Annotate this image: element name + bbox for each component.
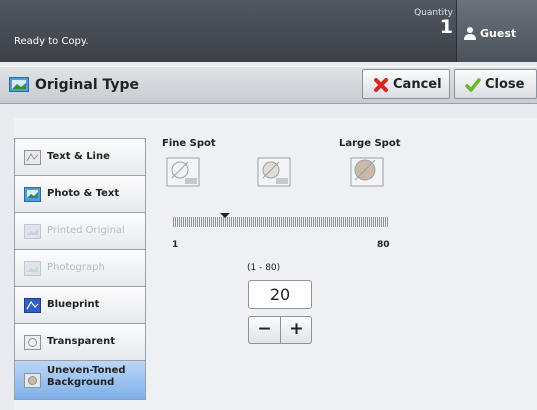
user-icon [464, 27, 476, 40]
blueprint-icon [24, 298, 41, 313]
text-line-icon [24, 150, 41, 165]
transparent-icon [24, 335, 41, 350]
slider-min-label: 1 [172, 240, 179, 250]
status-text: Ready to Copy. [14, 36, 89, 47]
option-blueprint[interactable]: Blueprint [14, 286, 146, 323]
fine-spot-icon [166, 157, 200, 187]
slider-track [173, 217, 389, 227]
decrement-button[interactable]: − [249, 317, 281, 343]
option-label: Text & Line [47, 151, 110, 162]
checkmark-icon [465, 78, 481, 92]
large-spot-icon [350, 157, 384, 187]
medium-spot-icon [257, 157, 291, 187]
option-uneven-toned-background[interactable]: Uneven-Toned Background [14, 360, 146, 400]
page-title: Original Type [35, 77, 140, 93]
fine-spot-label: Fine Spot [162, 138, 216, 149]
uneven-toned-icon [24, 373, 41, 388]
option-label: Photograph [47, 262, 105, 273]
large-spot-label: Large Spot [339, 138, 401, 149]
cancel-button[interactable]: Cancel [362, 69, 450, 99]
option-label-line2: Background [47, 377, 115, 388]
option-label: Photo & Text [47, 188, 120, 199]
option-label: Transparent [47, 336, 115, 347]
printed-original-icon [24, 224, 41, 239]
quantity-value: 1 [439, 16, 453, 38]
option-photograph[interactable]: Photograph [14, 249, 146, 286]
close-button[interactable]: Close [454, 69, 537, 99]
value-stepper: − + [248, 316, 312, 344]
option-printed-original[interactable]: Printed Original [14, 212, 146, 249]
cancel-x-icon [374, 78, 388, 92]
close-label: Close [485, 77, 525, 92]
option-label: Blueprint [47, 299, 100, 310]
photo-text-icon [24, 187, 41, 202]
increment-button[interactable]: + [281, 317, 312, 343]
range-label: (1 - 80) [247, 263, 281, 273]
option-label-line1: Uneven-Toned [47, 365, 126, 376]
spot-value-field[interactable]: 20 [248, 280, 312, 309]
photograph-icon [24, 261, 41, 276]
user-button[interactable]: Guest [456, 0, 537, 62]
option-text-and-line[interactable]: Text & Line [14, 138, 146, 175]
cancel-label: Cancel [393, 77, 442, 92]
option-transparent[interactable]: Transparent [14, 323, 146, 360]
option-label: Printed Original [47, 225, 125, 236]
slider-max-label: 80 [377, 240, 390, 250]
user-label: Guest [480, 27, 517, 40]
spot-slider[interactable] [173, 213, 389, 227]
option-label: Uneven-Toned Background [47, 365, 126, 389]
option-photo-and-text[interactable]: Photo & Text [14, 175, 146, 212]
original-type-icon [9, 77, 29, 92]
